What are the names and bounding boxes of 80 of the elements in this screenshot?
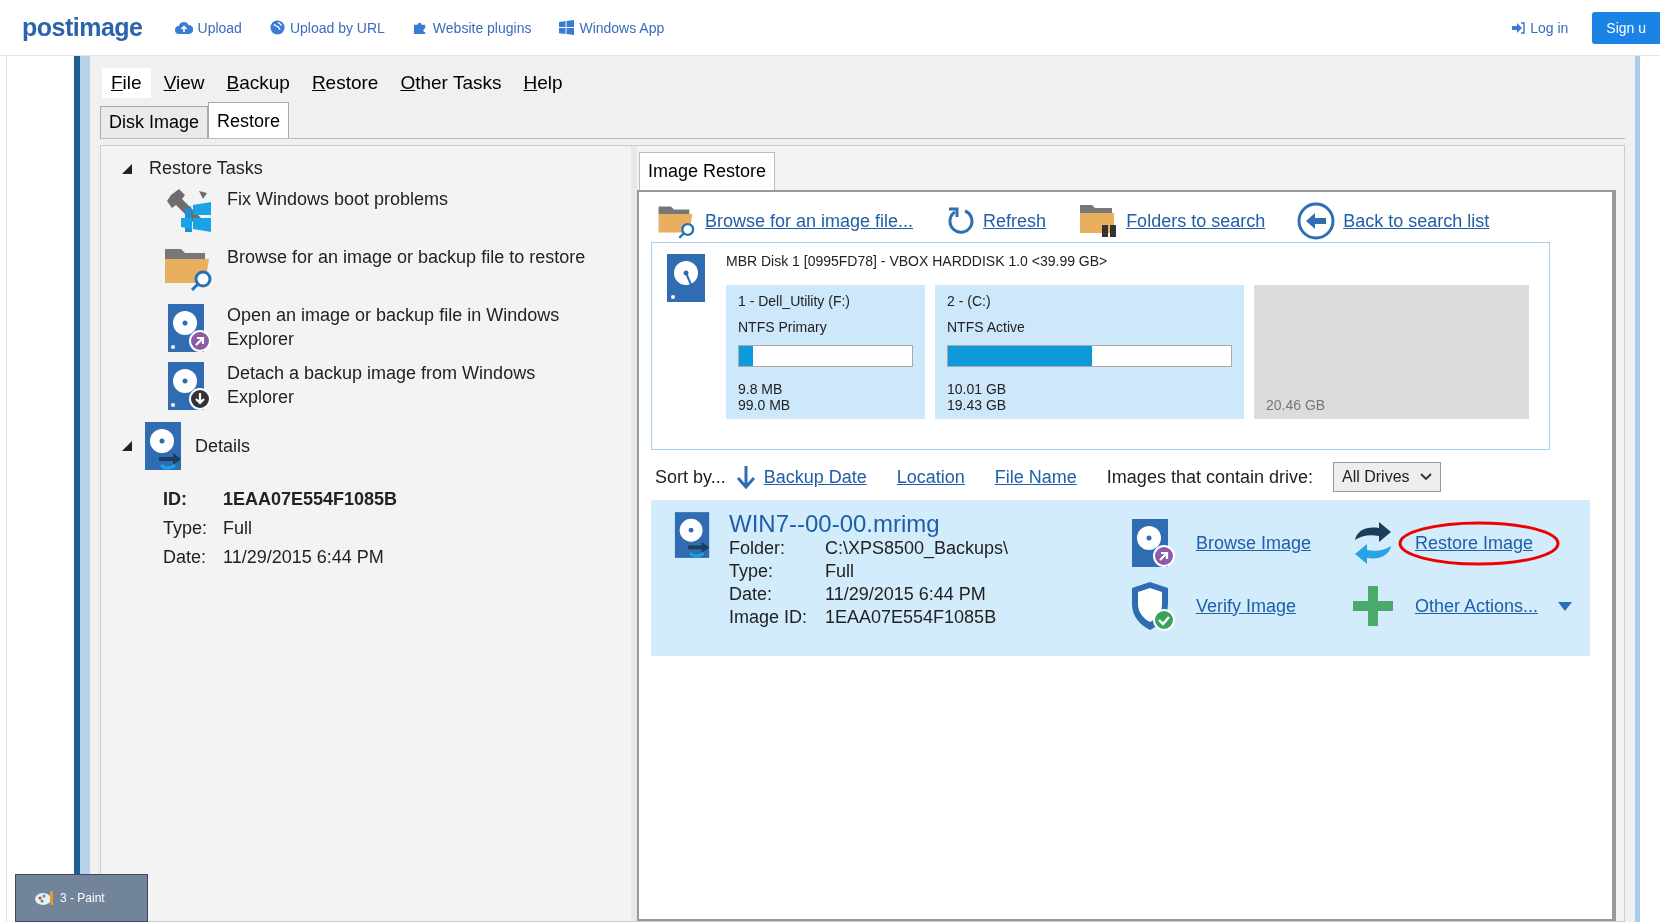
site-logo[interactable]: postimage bbox=[22, 13, 143, 42]
task-link[interactable]: Browse for an image or backup file to restore bbox=[227, 245, 586, 269]
partition-tile[interactable]: 2 - (C:) NTFS Active 10.01 GB 19.43 GB bbox=[935, 285, 1244, 419]
used-size: 9.8 MB bbox=[738, 381, 784, 397]
partition-name: 1 - Dell_Utility (F:) bbox=[738, 293, 851, 309]
field-value: C:\XPS8500_Backups\ bbox=[825, 538, 1009, 559]
detail-value: Full bbox=[223, 518, 253, 539]
partition-name: 2 - (C:) bbox=[947, 293, 992, 309]
folder-search-icon bbox=[657, 203, 697, 239]
detail-value: 11/29/2015 6:44 PM bbox=[223, 547, 385, 568]
menu-item[interactable]: Restore bbox=[302, 68, 388, 98]
puzzle-icon bbox=[412, 20, 428, 35]
detail-label: ID: bbox=[163, 489, 188, 510]
globe-icon bbox=[269, 20, 285, 35]
field-value: 1EAA07E554F1085B bbox=[825, 607, 998, 628]
partition-tile[interactable]: 1 - Dell_Utility (F:) NTFS Primary 9.8 MB 99.0 MB bbox=[726, 285, 925, 419]
partition-size: 99.0 MB bbox=[738, 397, 792, 413]
section-title: Details bbox=[195, 435, 251, 457]
menu-item[interactable]: Backup bbox=[217, 68, 299, 98]
sort-label: Sort by... bbox=[655, 466, 726, 488]
menu-item[interactable]: Other Tasks bbox=[391, 68, 511, 98]
chevron-down-icon bbox=[1419, 473, 1432, 481]
task-link[interactable]: Fix Windows boot problems bbox=[227, 187, 449, 211]
tab[interactable]: Image Restore bbox=[639, 152, 776, 190]
field-label: Date: bbox=[729, 584, 774, 605]
tab[interactable]: Disk Image bbox=[100, 106, 209, 138]
dropdown-caret-icon[interactable] bbox=[1558, 601, 1572, 611]
taskbar-preview[interactable]: 3 - Paint bbox=[15, 874, 148, 922]
field-label: Type: bbox=[729, 561, 775, 582]
tab[interactable]: Restore bbox=[208, 102, 290, 138]
partition-type: NTFS Active bbox=[947, 319, 1026, 335]
partition-type: NTFS Primary bbox=[738, 319, 828, 335]
detail-label: Date: bbox=[163, 547, 208, 568]
menu-item[interactable]: View bbox=[154, 68, 214, 98]
nav-link[interactable]: Website plugins bbox=[412, 19, 532, 36]
sort-link[interactable]: File Name bbox=[994, 466, 1077, 488]
plus-icon bbox=[1350, 584, 1395, 628]
action-link[interactable]: Browse Image bbox=[1195, 532, 1311, 553]
partition-size: 20.46 GB bbox=[1266, 397, 1327, 413]
nav-link[interactable]: Windows App bbox=[559, 19, 665, 36]
windows-logo-icon bbox=[559, 20, 575, 35]
taskbar-label: 3 - Paint bbox=[60, 891, 105, 905]
toolbar-link[interactable]: Browse for an image file... bbox=[705, 210, 914, 232]
menu-item[interactable]: File bbox=[102, 68, 151, 98]
section-title: Restore Tasks bbox=[149, 158, 263, 179]
cloud-upload-icon bbox=[174, 20, 193, 35]
action-link[interactable]: Verify Image bbox=[1195, 595, 1296, 616]
collapse-triangle-icon[interactable] bbox=[121, 440, 133, 452]
image-file-name: WIN7--00-00.mrimg bbox=[729, 510, 941, 538]
toolbar-link[interactable]: Back to search list bbox=[1343, 210, 1490, 232]
field-value: Full bbox=[825, 561, 855, 582]
toolbar-link[interactable]: Refresh bbox=[983, 210, 1047, 232]
field-label: Image ID: bbox=[729, 607, 809, 628]
detail-label: Type: bbox=[163, 518, 209, 539]
field-label: Folder: bbox=[729, 538, 787, 559]
task-link[interactable]: Open an image or backup file in Windows Explorer bbox=[227, 303, 572, 351]
menu-item[interactable]: Help bbox=[514, 68, 572, 98]
sort-link[interactable]: Location bbox=[896, 466, 965, 488]
sort-link[interactable]: Backup Date bbox=[763, 466, 867, 488]
collapse-triangle-icon[interactable] bbox=[121, 162, 133, 175]
login-icon bbox=[1512, 21, 1526, 34]
disk-cursor-icon bbox=[1129, 518, 1176, 568]
image-card[interactable]: WIN7--00-00.mrimg Folder: C:\XPS8500_Backups\ Type: Full Date: 11/29/2015 6:44 PM Image ID: 1EAA07E554F1085B Browse Image Restore Image Verify Image Other Actions... bbox=[651, 500, 1590, 656]
toolbar-link[interactable]: Folders to search bbox=[1126, 210, 1266, 232]
disk-title: MBR Disk 1 [0995FD78] - VBOX HARDDISK 1.0 <39.99 GB> bbox=[726, 253, 1109, 269]
drive-dropdown[interactable]: All Drives bbox=[1333, 462, 1441, 492]
signup-button[interactable]: Sign u bbox=[1592, 11, 1660, 44]
field-value: 11/29/2015 6:44 PM bbox=[825, 584, 987, 605]
paint-palette-icon bbox=[34, 890, 54, 906]
login-link[interactable]: Log in bbox=[1512, 19, 1569, 36]
detail-value: 1EAA07E554F1085B bbox=[223, 489, 399, 510]
nav-link[interactable]: Upload bbox=[174, 19, 242, 36]
folder-binoculars-icon bbox=[1078, 203, 1119, 239]
task-link[interactable]: Detach a backup image from Windows Explorer bbox=[227, 361, 572, 409]
filter-label: Images that contain drive: bbox=[1106, 466, 1313, 488]
nav-link[interactable]: Upload by URL bbox=[269, 19, 385, 36]
partition-size: 19.43 GB bbox=[947, 397, 1008, 413]
action-link[interactable]: Other Actions... bbox=[1414, 595, 1538, 616]
used-size: 10.01 GB bbox=[947, 381, 1008, 397]
shield-check-icon bbox=[1129, 580, 1176, 632]
